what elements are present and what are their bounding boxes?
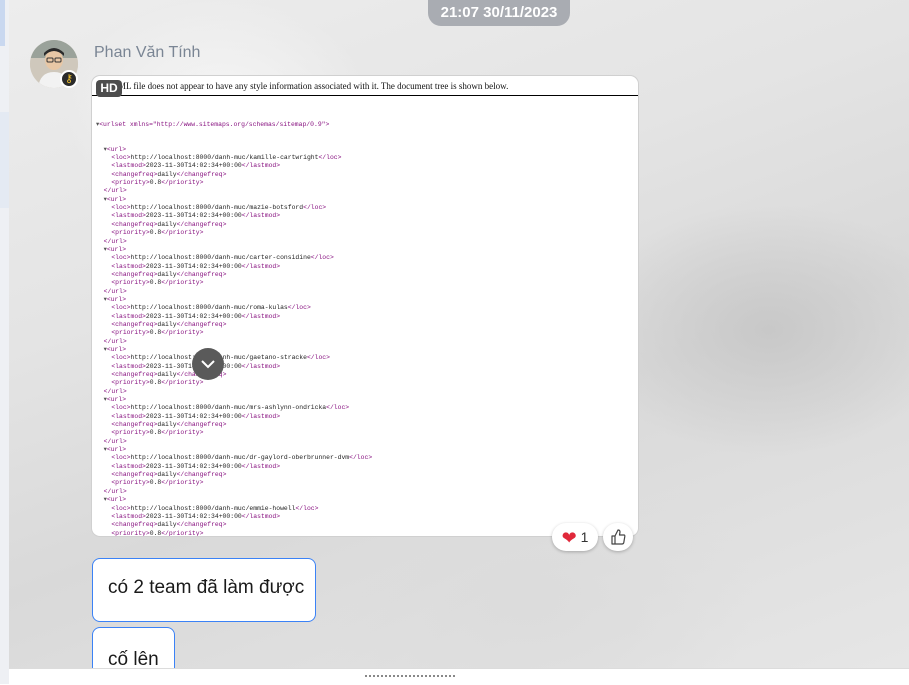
xml-url-close: </url> (103, 237, 127, 245)
xml-url-close: </url> (103, 487, 127, 495)
timestamp-badge: 21:07 30/11/2023 (428, 0, 570, 26)
image-attachment[interactable]: ML file does not appear to have any styl… (92, 76, 638, 536)
xml-priority: <priority>0.8</priority> (111, 229, 204, 237)
xml-tree: ▾<urlset xmlns="http://www.sitemaps.org/… (92, 96, 638, 536)
reaction-count: 1 (580, 529, 589, 545)
xml-loc: <loc>http://localhost:8000/danh-muc/emmi… (111, 504, 319, 512)
xml-url-close: </url> (103, 337, 127, 345)
xml-changefreq: <changefreq>daily</changefreq> (111, 371, 226, 378)
xml-loc: <loc>http://localhost:8000/danh-muc/mazi… (111, 204, 327, 212)
xml-url-open: ▾<url> (103, 396, 127, 404)
url-blocks: ▾<url> <loc>http://localhost:8000/danh-m… (96, 146, 638, 536)
xml-priority: <priority>0.8</priority> (111, 429, 204, 437)
xml-url-open: ▾<url> (103, 245, 127, 253)
xml-loc: <loc>http://localhost:8000/danh-muc/kami… (111, 154, 342, 162)
xml-changefreq: <changefreq>daily</changefreq> (111, 471, 227, 479)
xml-priority: <priority>0.8</priority> (111, 279, 204, 287)
xml-lastmod: <lastmod>2023-11-30T14:02:34+00:00</last… (111, 362, 281, 370)
xml-url-open: ▾<url> (103, 145, 127, 153)
xml-url-open: ▾<url> (103, 295, 127, 303)
xml-lastmod: <lastmod>2023-11-30T14:02:34+00:00</last… (111, 162, 281, 170)
xml-changefreq: <changefreq>daily</changefreq> (111, 270, 227, 278)
collapse-chevron-icon[interactable] (192, 348, 224, 380)
xml-priority: <priority>0.8</priority> (111, 179, 204, 187)
message-text: có 2 team đã làm được (108, 577, 305, 598)
xml-lastmod: <lastmod>2023-11-30T14:02:34+00:00</last… (111, 512, 281, 520)
message-text: cố lên (108, 649, 159, 670)
xml-changefreq: <changefreq>daily</changefreq> (111, 170, 227, 178)
xml-lastmod: <lastmod>2023-11-30T14:02:34+00:00</last… (111, 412, 281, 420)
xml-loc: <loc>http://localhost:8000/danh-muc/cart… (111, 254, 334, 262)
xml-url-open: ▾<url> (103, 195, 127, 203)
xml-priority: <priority>0.8</priority> (111, 329, 204, 337)
typing-indicator (365, 675, 455, 681)
thumbs-up-icon (611, 529, 626, 545)
xml-url-open: ▾<url> (103, 496, 127, 504)
xml-loc: <loc>http://localhost:8000/danh-muc/gaet… (111, 354, 330, 362)
xml-url-close: </url> (103, 437, 127, 445)
xml-loc: <loc>http://localhost:8000/danh-muc/mrs-… (111, 404, 350, 412)
xml-url-close: </url> (103, 387, 127, 395)
xml-lastmod: <lastmod>2023-11-30T14:02:34+00:00</last… (111, 212, 281, 220)
xml-lastmod: <lastmod>2023-11-30T14:02:34+00:00</last… (111, 462, 281, 470)
xml-priority: <priority>0.8</priority> (111, 479, 204, 487)
heart-icon: ❤ (561, 528, 577, 548)
left-panel-active-indicator (0, 0, 5, 46)
urlset-open: <urlset xmlns="http://www.sitemaps.org/s… (99, 120, 330, 128)
sender-name[interactable]: Phan Văn Tính (94, 44, 200, 62)
xml-changefreq: <changefreq>daily</changefreq> (111, 320, 227, 328)
xml-loc: <loc>http://localhost:8000/danh-muc/dr-g… (111, 454, 373, 462)
like-button[interactable] (603, 523, 633, 551)
xml-url-close: </url> (103, 187, 127, 195)
composer-bar-edge (9, 668, 909, 685)
reaction-summary[interactable]: ❤ 1 (552, 523, 598, 551)
left-panel-highlight (0, 112, 9, 208)
message-bubble[interactable]: có 2 team đã làm được (92, 558, 316, 622)
xml-priority: <priority>0.8</priority> (111, 379, 204, 387)
xml-loc: <loc>http://localhost:8000/danh-muc/roma… (111, 304, 311, 312)
hd-badge: HD (96, 80, 122, 97)
xml-changefreq: <changefreq>daily</changefreq> (111, 421, 227, 429)
key-icon: ⚷ (60, 70, 78, 88)
xml-url-close: </url> (103, 287, 127, 295)
xml-url-open: ▾<url> (103, 345, 127, 353)
xml-changefreq: <changefreq>daily</changefreq> (111, 220, 227, 228)
xml-lastmod: <lastmod>2023-11-30T14:02:34+00:00</last… (111, 262, 281, 270)
xml-lastmod: <lastmod>2023-11-30T14:02:34+00:00</last… (111, 312, 281, 320)
xml-info-header: ML file does not appear to have any styl… (92, 78, 638, 96)
xml-url-open: ▾<url> (103, 446, 127, 454)
